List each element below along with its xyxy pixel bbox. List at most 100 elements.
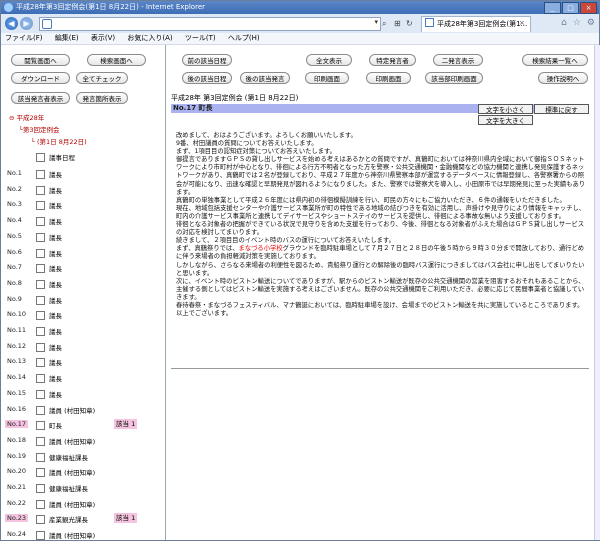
back-icon[interactable]: ◀ [5,17,18,30]
row-checkbox[interactable] [36,279,45,289]
speaker-link[interactable]: 議長 [49,200,62,210]
agenda-link[interactable]: 議事日程 [49,152,75,162]
speaker-link[interactable]: 議長 [49,389,62,399]
settings-icon[interactable]: ⚙ [587,18,595,28]
row-number: No.24 [7,530,27,539]
speaker-link[interactable]: 議長 [49,357,62,367]
tree-session[interactable]: └第3回定例会 [19,124,60,134]
operation-guide-button[interactable]: 操作説明へ [538,72,588,84]
row-checkbox[interactable] [36,217,45,227]
search-screen-button[interactable]: 検索画面へ [87,54,146,66]
menu-view[interactable]: 表示(V) [91,34,115,42]
tree-collapse-icon[interactable]: ⊖ [9,114,14,122]
row-checkbox[interactable] [36,515,45,525]
specific-speaker-button[interactable]: 特定発言者 [369,54,416,66]
address-dropdown-icon[interactable]: ▾ [374,18,378,26]
menu-edit[interactable]: 編集(E) [55,34,79,42]
row-checkbox[interactable] [36,232,45,242]
row-checkbox[interactable] [36,468,45,478]
speaker-link[interactable]: 議長 [49,310,62,320]
row-checkbox[interactable] [36,499,45,509]
speaker-link[interactable]: 議長 [49,279,62,289]
address-bar[interactable]: ▾ [39,17,381,31]
row-checkbox[interactable] [36,421,45,431]
scrollbar[interactable] [594,45,600,540]
home-icon[interactable]: ⌂ [561,18,567,28]
menu-tools[interactable]: ツール(T) [185,34,216,42]
browser-tab[interactable]: 平成28年第3回定例会(第1... [421,16,531,32]
tree-year[interactable]: ⊖ 平成28年 [9,112,44,122]
speaker-link[interactable]: 議員 (村田知章) [49,499,95,509]
row-checkbox[interactable] [36,358,45,368]
tab-close-icon[interactable]: × [519,19,525,27]
row-checkbox[interactable] [36,295,45,305]
speaker-link[interactable]: 議長 [49,232,62,242]
speaker-link[interactable]: 議長 [49,248,62,258]
speaker-link[interactable]: 議員 (村田知章) [49,405,95,415]
larger-text-button[interactable]: 文字を大きく [478,115,533,125]
next-matched-speech-button[interactable]: 後の該当発言 [240,72,290,84]
speaker-link[interactable]: 町長 [49,420,62,430]
speaker-link[interactable]: 議長 [49,185,62,195]
next-matched-schedule-button[interactable]: 後の該当日程 [182,72,232,84]
refresh-icon[interactable]: ↻ [406,19,413,28]
speaker-link[interactable]: 議員 (村田知章) [49,530,95,540]
forward-icon[interactable]: ▶ [20,17,33,30]
row-checkbox[interactable] [36,185,45,195]
maximize-button[interactable]: □ [562,2,579,14]
row-checkbox[interactable] [36,264,45,274]
print-screen-button[interactable]: 印刷画面 [305,72,349,84]
menu-file[interactable]: ファイル(F) [5,34,43,42]
agenda-checkbox[interactable] [36,153,45,162]
prev-matched-schedule-button[interactable]: 前の該当日程 [182,54,232,66]
check-all-button[interactable]: 全てチェック [76,72,128,84]
row-checkbox[interactable] [36,452,45,462]
speaker-link[interactable]: 産業観光課長 [49,514,88,524]
row-checkbox[interactable] [36,389,45,399]
speaker-link[interactable]: 議長 [49,263,62,273]
speaker-link[interactable]: 議員 (村田知章) [49,467,95,477]
speaker-link[interactable]: 議長 [49,295,62,305]
minimize-button[interactable]: _ [544,2,561,14]
speaker-link[interactable]: 議長 [49,373,62,383]
row-checkbox[interactable] [36,311,45,321]
two-speech-display-button[interactable]: 二発言表示 [433,54,483,66]
download-button[interactable]: ダウンロード [11,72,70,84]
row-checkbox[interactable] [36,248,45,258]
show-speech-locations-button[interactable]: 発言箇所表示 [76,92,128,104]
favorites-icon[interactable]: ☆ [573,18,581,28]
row-number: No.3 [7,200,22,209]
row-checkbox[interactable] [36,484,45,493]
speaker-link[interactable]: 議員 (村田知章) [49,436,95,446]
row-checkbox[interactable] [36,436,45,446]
compat-icon[interactable]: ⊞ [394,19,401,28]
menu-help[interactable]: ヘルプ(H) [228,34,260,42]
speaker-link[interactable]: 議長 [49,216,62,226]
print-screen-button-2[interactable]: 印刷画面 [366,72,411,84]
speaker-link[interactable]: 議長 [49,342,62,352]
matched-print-screen-button[interactable]: 該当部印刷画面 [425,72,483,84]
row-checkbox[interactable] [36,405,45,415]
row-checkbox[interactable] [36,374,45,384]
row-checkbox[interactable] [36,342,45,352]
speaker-link[interactable]: 議長 [49,326,62,336]
tree-day[interactable]: └ (第1日 8月22日) [31,136,87,146]
row-checkbox[interactable] [36,327,45,336]
speaker-link[interactable]: 健康福祉課長 [49,483,88,493]
browse-screen-button[interactable]: 閲覧画面へ [11,54,70,66]
show-matched-speakers-button[interactable]: 該当発言者表示 [11,92,70,104]
smaller-text-button[interactable]: 文字を小さく [478,104,533,114]
speaker-label: No.17 町長 [173,104,213,112]
close-button[interactable]: × [580,2,597,14]
row-checkbox[interactable] [36,531,45,540]
row-checkbox[interactable] [36,170,45,179]
row-checkbox[interactable] [36,201,45,211]
menu-favorites[interactable]: お気に入り(A) [127,34,172,42]
reset-text-button[interactable]: 標準に戻す [534,104,589,114]
speaker-link[interactable]: 議長 [49,169,62,179]
row-number: No.9 [7,294,22,303]
show-full-text-button[interactable]: 全文表示 [306,54,352,66]
speaker-link[interactable]: 健康福祉課長 [49,452,88,462]
search-results-list-button[interactable]: 検索結果一覧へ [522,54,588,66]
search-icon[interactable]: ⌕ [382,19,386,29]
